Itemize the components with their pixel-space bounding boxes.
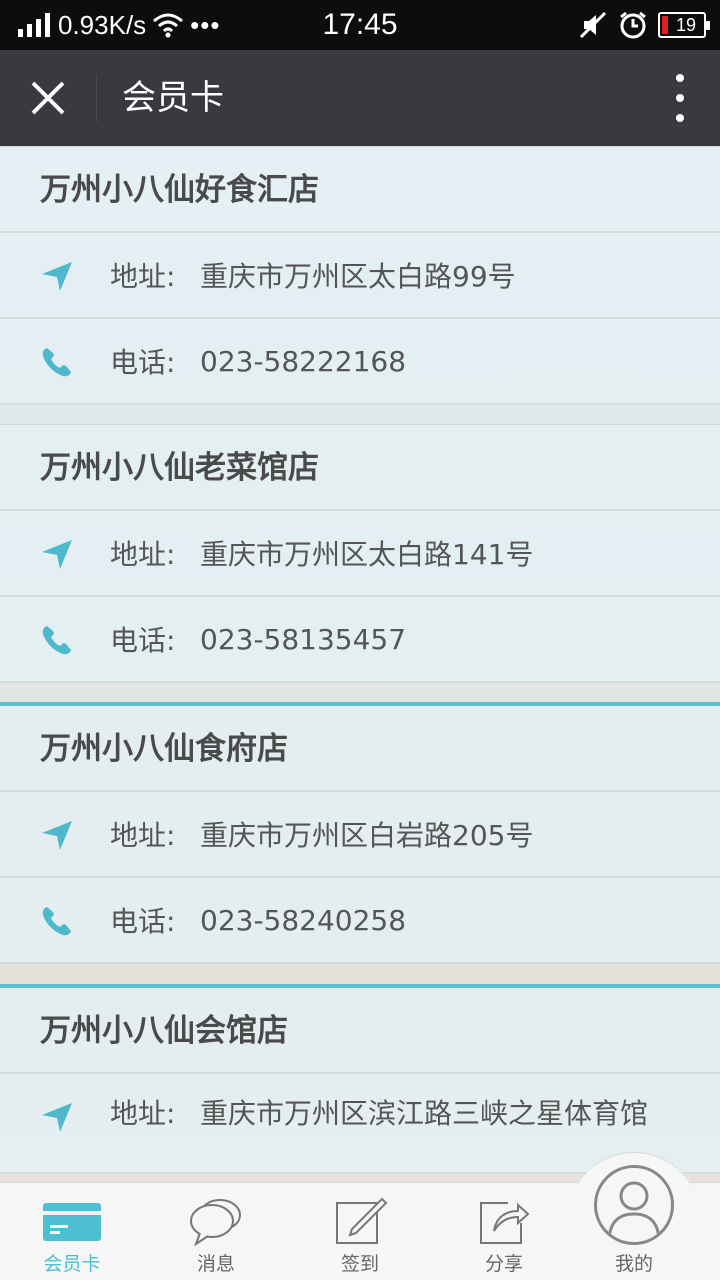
store-card: 万州小八仙食府店 地址: 重庆市万州区白岩路205号 电话: 023-58240… bbox=[0, 702, 720, 964]
phone-row[interactable]: 电话: 023-58240258 bbox=[0, 878, 720, 964]
member-card-icon bbox=[43, 1203, 101, 1241]
address-value: 重庆市万州区太白路99号 bbox=[200, 260, 516, 293]
title-bar: 会员卡 bbox=[0, 50, 720, 146]
share-icon bbox=[480, 1202, 530, 1244]
store-card: 万州小八仙老菜馆店 地址: 重庆市万州区太白路141号 电话: 023-5813… bbox=[0, 424, 720, 683]
location-arrow-icon bbox=[42, 1103, 72, 1132]
title-divider bbox=[96, 74, 97, 122]
phone-label: 电话: bbox=[110, 624, 176, 657]
sign-in-icon bbox=[336, 1197, 388, 1244]
store-card: 万州小八仙好食汇店 地址: 重庆市万州区太白路99号 电话: 023-58222… bbox=[0, 146, 720, 405]
mute-icon bbox=[579, 11, 607, 39]
address-row[interactable]: 地址: 重庆市万州区太白路99号 bbox=[0, 233, 720, 319]
nav-label: 分享 bbox=[484, 1253, 523, 1275]
phone-row[interactable]: 电话: 023-58222168 bbox=[0, 319, 720, 405]
phone-label: 电话: bbox=[110, 346, 176, 379]
address-label: 地址: bbox=[110, 260, 176, 293]
alarm-icon bbox=[620, 11, 646, 39]
more-options-button[interactable] bbox=[668, 74, 692, 122]
phone-value: 023-58135457 bbox=[200, 622, 407, 656]
more-vertical-icon bbox=[676, 74, 684, 82]
nav-label: 会员卡 bbox=[43, 1253, 101, 1275]
store-name: 万州小八仙老菜馆店 bbox=[0, 425, 720, 511]
nav-label: 消息 bbox=[196, 1253, 235, 1275]
address-label: 地址: bbox=[110, 1097, 176, 1130]
phone-row[interactable]: 电话: 023-58135457 bbox=[0, 597, 720, 683]
address-label: 地址: bbox=[110, 538, 176, 571]
phone-label: 电话: bbox=[110, 905, 176, 938]
phone-icon bbox=[42, 626, 71, 655]
profile-icon bbox=[594, 1165, 674, 1245]
address-value: 重庆市万州区白岩路205号 bbox=[200, 819, 534, 852]
close-icon bbox=[31, 81, 65, 115]
store-name: 万州小八仙好食汇店 bbox=[0, 147, 720, 233]
nav-messages[interactable]: 消息 bbox=[144, 1183, 288, 1280]
store-list: 万州小八仙好食汇店 地址: 重庆市万州区太白路99号 电话: 023-58222… bbox=[0, 146, 720, 1182]
battery-level: 19 bbox=[675, 14, 697, 35]
store-card: 万州小八仙会馆店 地址: 重庆市万州区滨江路三峡之星体育馆 bbox=[0, 984, 720, 1174]
address-label: 地址: bbox=[110, 819, 176, 852]
address-value: 重庆市万州区太白路141号 bbox=[200, 538, 534, 571]
nav-sign-in[interactable]: 签到 bbox=[288, 1183, 432, 1280]
location-arrow-icon bbox=[42, 262, 72, 291]
battery-icon: 19 bbox=[658, 12, 710, 38]
nav-member-card[interactable]: 会员卡 bbox=[0, 1183, 144, 1280]
phone-value: 023-58240258 bbox=[200, 903, 407, 937]
nav-share[interactable]: 分享 bbox=[432, 1183, 576, 1280]
nav-label: 我的 bbox=[614, 1253, 653, 1275]
address-value: 重庆市万州区滨江路三峡之星体育馆 bbox=[200, 1097, 649, 1130]
avatar-silhouette-icon bbox=[607, 1181, 661, 1242]
phone-icon bbox=[42, 907, 71, 936]
phone-value: 023-58222168 bbox=[200, 344, 407, 378]
address-row[interactable]: 地址: 重庆市万州区太白路141号 bbox=[0, 511, 720, 597]
close-button[interactable] bbox=[18, 68, 78, 128]
store-name: 万州小八仙会馆店 bbox=[0, 988, 720, 1074]
page-title: 会员卡 bbox=[122, 78, 224, 118]
message-icon bbox=[190, 1199, 241, 1247]
status-bar: 0.93K/s ••• 17:45 19 bbox=[0, 0, 720, 50]
store-name: 万州小八仙食府店 bbox=[0, 706, 720, 792]
location-arrow-icon bbox=[42, 540, 72, 569]
nav-profile[interactable]: 我的 bbox=[568, 1152, 700, 1280]
address-row[interactable]: 地址: 重庆市万州区白岩路205号 bbox=[0, 792, 720, 878]
nav-label: 签到 bbox=[340, 1253, 379, 1275]
phone-icon bbox=[42, 348, 71, 377]
location-arrow-icon bbox=[42, 821, 72, 850]
